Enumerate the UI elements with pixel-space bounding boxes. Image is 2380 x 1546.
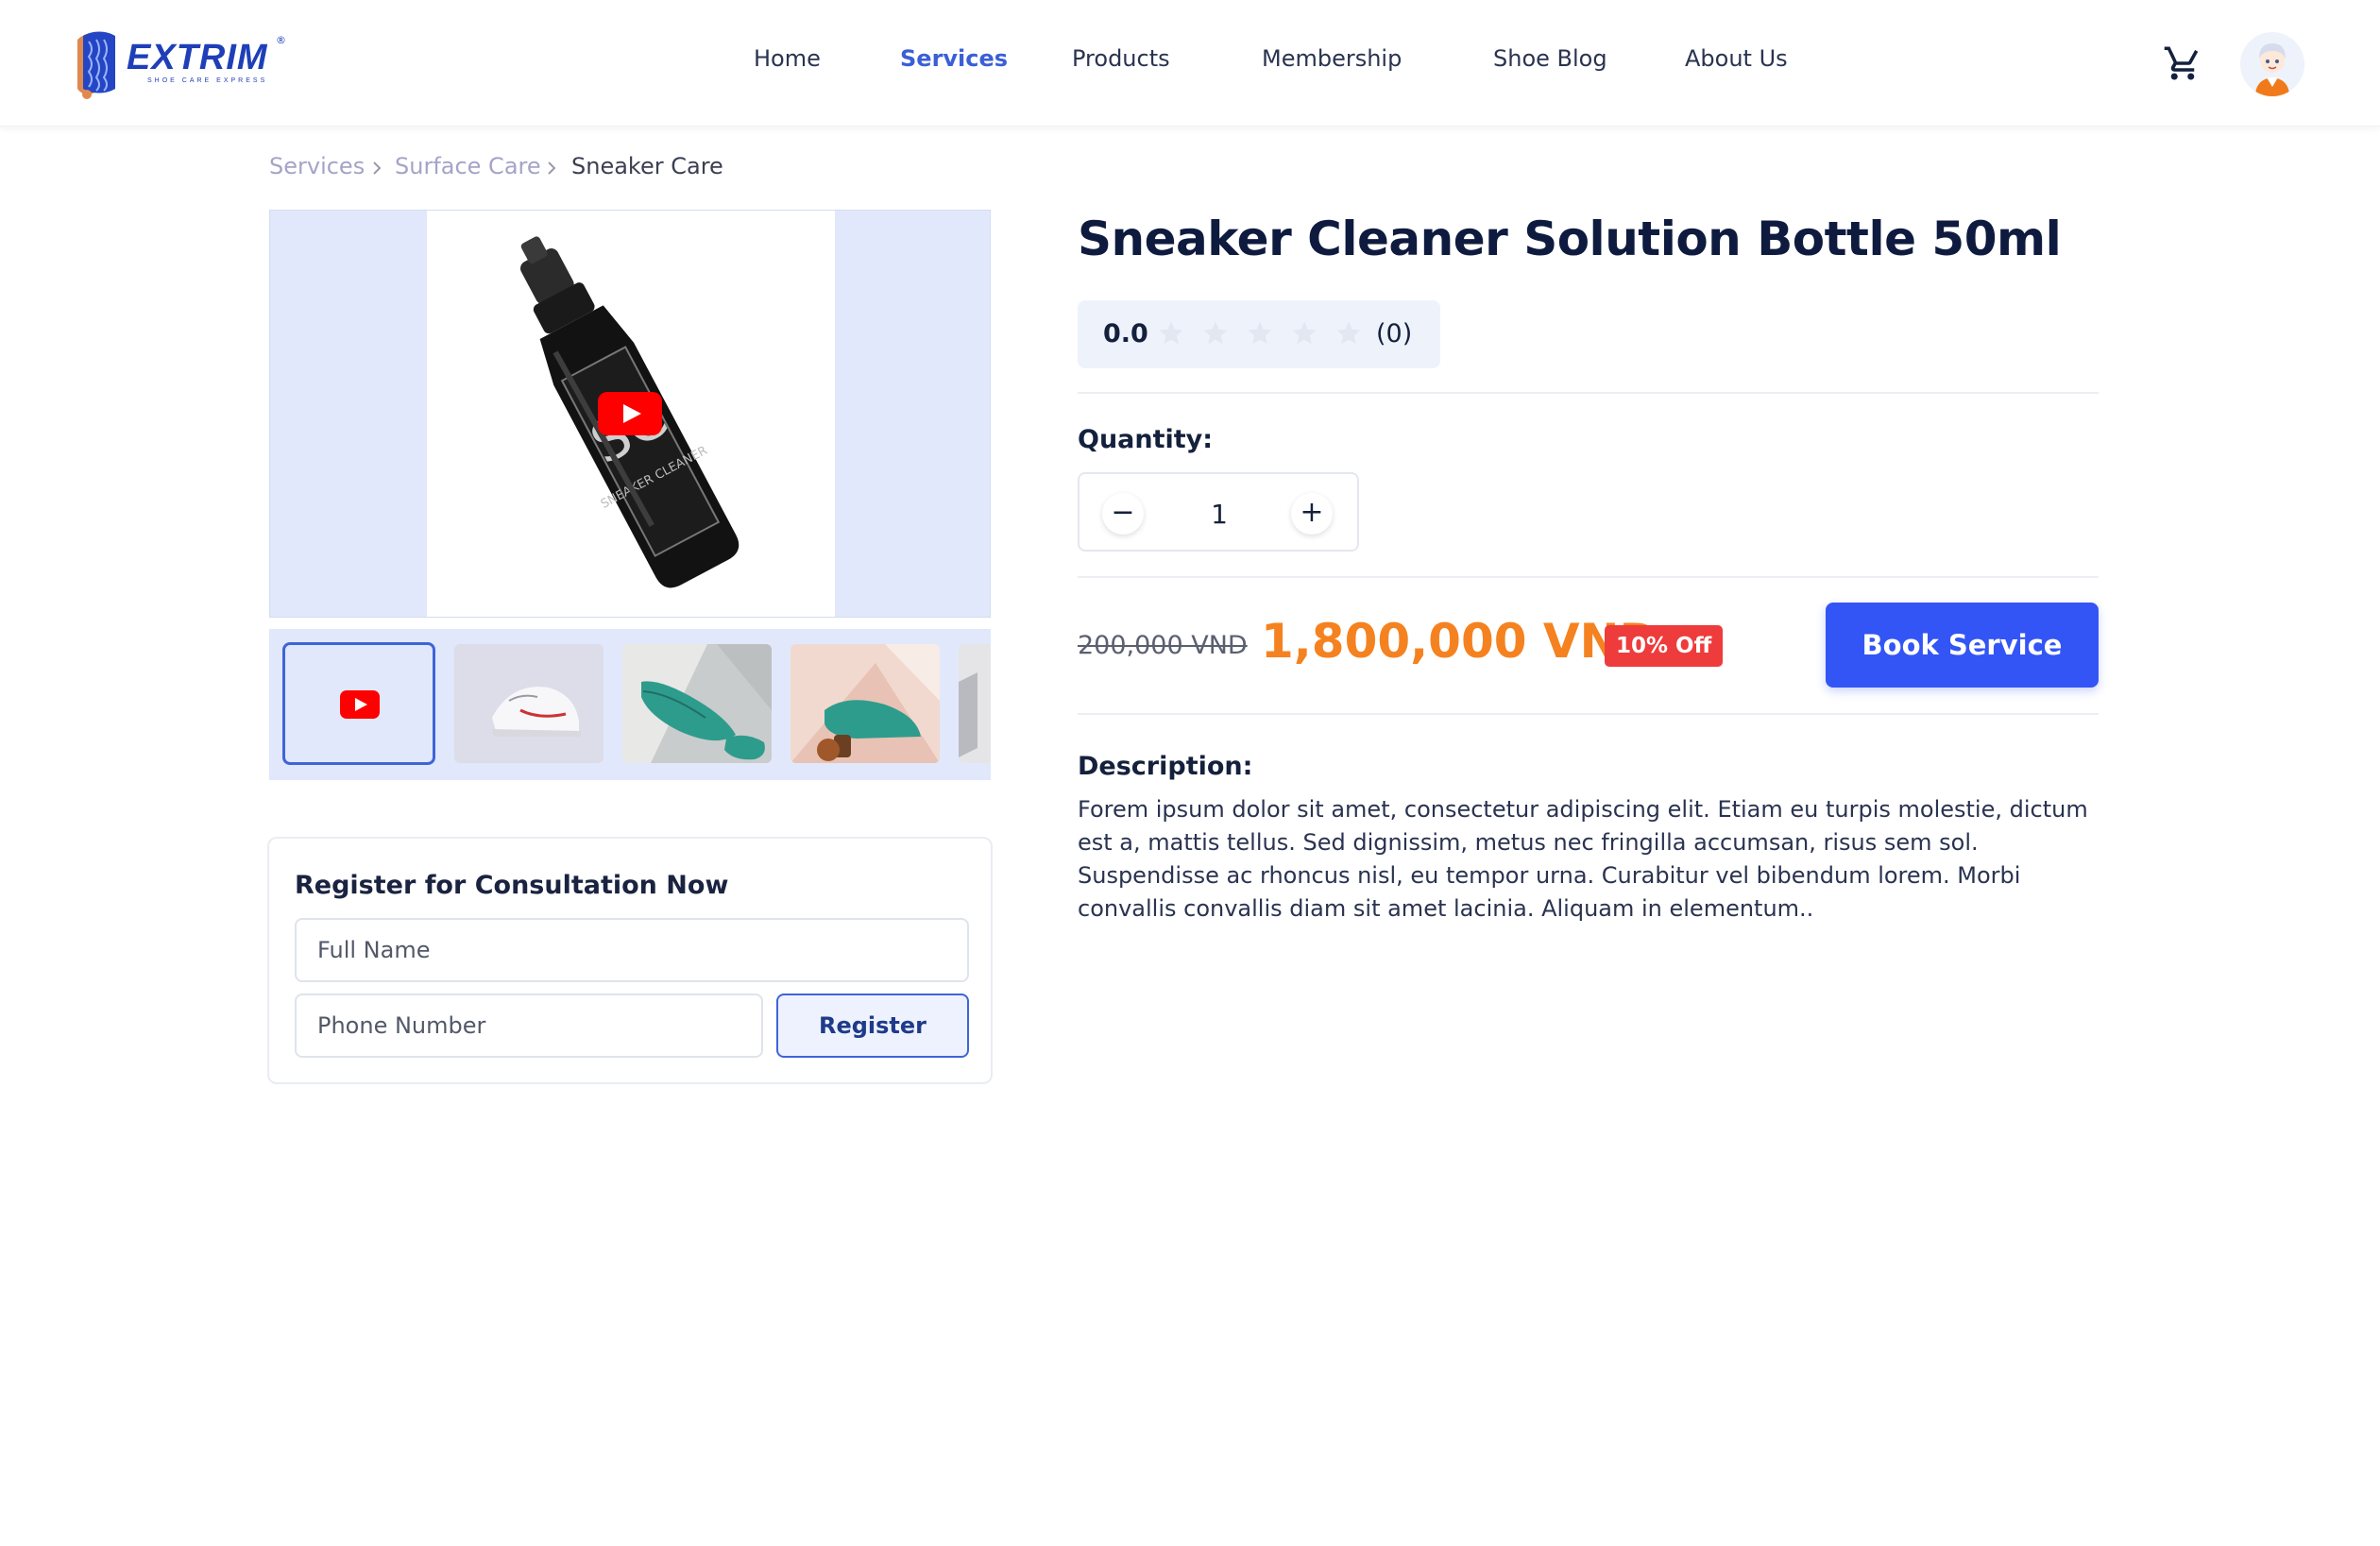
nav-products[interactable]: Products	[1072, 45, 1170, 72]
teal-heel-photo	[790, 644, 940, 763]
star-icon	[1203, 321, 1228, 345]
phone-number-input[interactable]	[295, 994, 763, 1058]
nav-about-us[interactable]: About Us	[1685, 45, 1788, 72]
rating-count: (0)	[1376, 319, 1413, 348]
increase-quantity-button[interactable]: +	[1291, 493, 1333, 535]
sneaker-photo	[454, 644, 604, 763]
avatar[interactable]	[2240, 32, 2304, 96]
consultation-form: Register for Consultation Now Register	[267, 837, 993, 1084]
quantity-stepper: − +	[1078, 472, 1359, 552]
star-icon	[1336, 321, 1361, 345]
brand-logo[interactable]: EXTRIM SHOE CARE EXPRESS ®	[74, 26, 291, 100]
thumbnail-teal-heel-shoe[interactable]	[790, 644, 940, 763]
partial-photo	[959, 644, 991, 763]
rating-score: 0.0	[1103, 319, 1148, 348]
decrease-quantity-button[interactable]: −	[1102, 493, 1144, 535]
book-service-button[interactable]: Book Service	[1826, 603, 2099, 688]
thumbnail-partial[interactable]	[959, 644, 991, 763]
original-price: 200,000 VND	[1078, 631, 1248, 660]
divider	[1078, 713, 2099, 715]
nav-home[interactable]: Home	[754, 45, 821, 72]
logo-mark-icon	[77, 31, 115, 99]
video-play-icon	[340, 690, 380, 719]
brand-tagline: SHOE CARE EXPRESS	[147, 77, 268, 84]
user-avatar-icon	[2240, 32, 2304, 96]
description-text: Forem ipsum dolor sit amet, consectetur …	[1078, 796, 2088, 922]
nav-membership[interactable]: Membership	[1262, 45, 1402, 72]
cart-icon[interactable]	[2163, 43, 2202, 83]
discount-badge: 10% Off	[1605, 625, 1724, 667]
rating-summary: 0.0 (0)	[1078, 300, 1440, 368]
breadcrumb-surface-care[interactable]: Surface Care	[395, 153, 541, 179]
quantity-label: Quantity:	[1078, 425, 1214, 454]
brand-name: EXTRIM	[127, 38, 268, 77]
product-title: Sneaker Cleaner Solution Bottle 50ml	[1078, 212, 2062, 266]
chevron-right-icon	[373, 161, 382, 175]
divider	[1078, 392, 2099, 394]
thumbnail-white-sneakers[interactable]	[454, 644, 604, 763]
breadcrumb-services[interactable]: Services	[269, 153, 365, 179]
nav-shoe-blog[interactable]: Shoe Blog	[1493, 45, 1607, 72]
chevron-right-icon	[548, 161, 556, 175]
star-icon	[1159, 321, 1183, 345]
register-button[interactable]: Register	[776, 994, 969, 1058]
thumbnail-strip	[269, 629, 991, 780]
full-name-input[interactable]	[295, 918, 969, 982]
sale-price: 1,800,000 VND	[1261, 614, 1658, 669]
thumbnail-video[interactable]	[282, 642, 435, 765]
teal-shoe-photo	[622, 644, 772, 763]
description-label: Description:	[1078, 752, 1253, 781]
consultation-title: Register for Consultation Now	[295, 871, 729, 900]
star-icon	[1248, 321, 1272, 345]
divider	[1078, 576, 2099, 578]
nav-services[interactable]: Services	[900, 45, 1008, 72]
video-play-icon[interactable]	[598, 392, 662, 435]
registered-icon: ®	[276, 34, 286, 46]
quantity-input[interactable]	[1183, 493, 1255, 535]
breadcrumb-current: Sneaker Care	[571, 153, 723, 179]
star-icon	[1292, 321, 1317, 345]
site-header: EXTRIM SHOE CARE EXPRESS ® Home Services…	[0, 0, 2380, 127]
thumbnail-teal-shoes[interactable]	[622, 644, 772, 763]
